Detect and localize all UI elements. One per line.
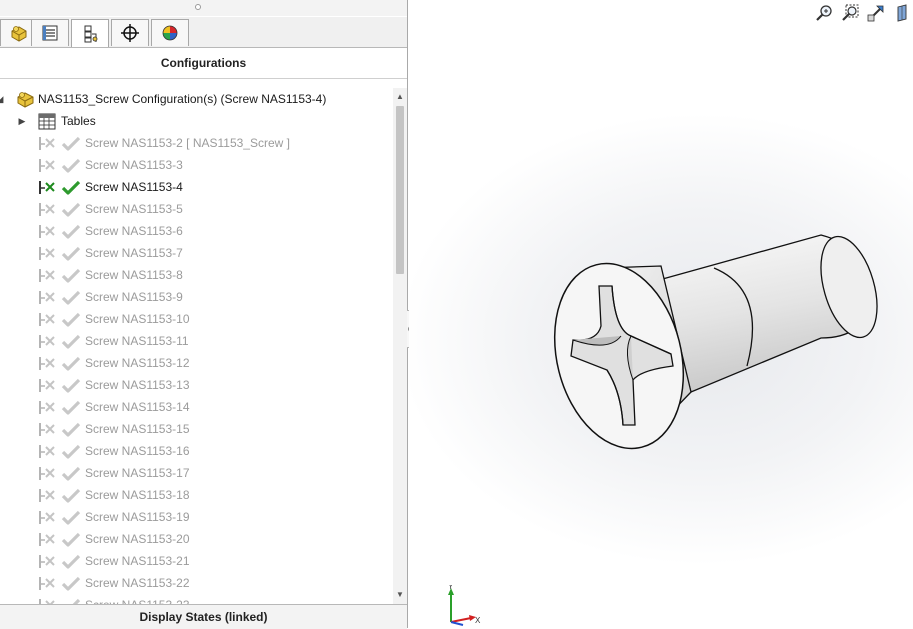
configuration-item-label: Screw NAS1153-8 (85, 268, 183, 282)
triad-y-label: Y (448, 585, 454, 591)
configuration-state-icon (39, 313, 55, 326)
display-states-bar[interactable]: Display States (linked) (0, 604, 407, 629)
configuration-state-icon (39, 291, 55, 304)
display-manager-tab[interactable] (151, 19, 189, 46)
configuration-state-icon (39, 445, 55, 458)
configuration-item-label: Screw NAS1153-16 (85, 444, 190, 458)
checkmark-icon (61, 312, 81, 327)
configuration-item-label: Screw NAS1153-5 (85, 202, 183, 216)
configuration-item-label: Screw NAS1153-13 (85, 378, 190, 392)
checkmark-icon (61, 158, 81, 173)
checkmark-icon (61, 180, 81, 195)
checkmark-icon (61, 268, 81, 283)
screw-3d-model[interactable] (409, 0, 913, 628)
configuration-item-label: Screw NAS1153-2 [ NAS1153_Screw ] (85, 136, 290, 150)
checkmark-icon (61, 422, 81, 437)
part-icon (11, 26, 27, 42)
configuration-state-icon (39, 489, 55, 502)
scroll-down-arrow-icon[interactable]: ▼ (393, 588, 407, 602)
checkmark-icon (61, 532, 81, 547)
configuration-state-icon (39, 203, 55, 216)
configuration-item-label: Screw NAS1153-11 (85, 334, 189, 348)
tree-root-label: NAS1153_Screw Configuration(s) (Screw NA… (38, 92, 327, 106)
checkmark-icon (61, 444, 81, 459)
manager-tab-bar (0, 17, 407, 48)
configuration-item-label: Screw NAS1153-7 (85, 246, 183, 260)
configuration-state-icon (39, 181, 55, 194)
graphics-viewport[interactable]: Y X (409, 0, 913, 628)
configuration-state-icon (39, 159, 55, 172)
appearance-pie-icon (162, 25, 178, 41)
checkmark-icon (61, 224, 81, 239)
checkmark-icon (61, 576, 81, 591)
configuration-state-icon (39, 577, 55, 590)
configuration-state-icon (39, 335, 55, 348)
triad-x-label: X (475, 616, 481, 625)
configuration-state-icon (39, 225, 55, 238)
configuration-state-icon (39, 555, 55, 568)
checkmark-icon (61, 136, 81, 151)
configuration-state-icon (39, 533, 55, 546)
checkmark-icon (61, 246, 81, 261)
checkmark-icon (61, 356, 81, 371)
configuration-state-icon (39, 247, 55, 260)
checkmark-icon (61, 488, 81, 503)
table-icon (38, 113, 56, 130)
property-manager-tab[interactable] (31, 19, 69, 46)
configuration-state-icon (39, 379, 55, 392)
configuration-item-label: Screw NAS1153-21 (85, 554, 190, 568)
orientation-triad: Y X (448, 585, 481, 626)
panel-title: Configurations (0, 48, 407, 79)
configuration-manager-panel: Configurations ◢ NAS1153_Screw Configura… (0, 0, 408, 629)
configuration-state-icon (39, 269, 55, 282)
configuration-item-label: Screw NAS1153-19 (85, 510, 190, 524)
configuration-item-label: Screw NAS1153-10 (85, 312, 190, 326)
checkmark-icon (61, 334, 81, 349)
configuration-item-label: Screw NAS1153-18 (85, 488, 190, 502)
configuration-item-label: Screw NAS1153-4 (85, 180, 183, 194)
configuration-item-label: Screw NAS1153-17 (85, 466, 190, 480)
configuration-item-label: Screw NAS1153-9 (85, 290, 183, 304)
checkmark-icon (61, 378, 81, 393)
configuration-state-icon (39, 423, 55, 436)
panel-grip[interactable] (0, 0, 407, 16)
configuration-state-icon (39, 511, 55, 524)
scrollbar-thumb[interactable] (396, 106, 404, 274)
checkmark-icon (61, 510, 81, 525)
checkmark-icon (61, 466, 81, 481)
checkmark-icon (61, 290, 81, 305)
configuration-state-icon (39, 401, 55, 414)
configuration-state-icon (39, 137, 55, 150)
expand-arrow-icon[interactable]: ▶ (16, 110, 28, 132)
checkmark-icon (61, 400, 81, 415)
configuration-item-label: Screw NAS1153-12 (85, 356, 190, 370)
configuration-item-label: Screw NAS1153-22 (85, 576, 190, 590)
tree-node-tables-label: Tables (61, 114, 96, 128)
configuration-item-label: Screw NAS1153-15 (85, 422, 190, 436)
dimxpert-manager-tab[interactable] (111, 19, 149, 46)
configuration-item-label: Screw NAS1153-14 (85, 400, 190, 414)
checkmark-icon (61, 554, 81, 569)
configuration-item-label: Screw NAS1153-20 (85, 532, 190, 546)
configuration-tree: ◢ NAS1153_Screw Configuration(s) (Screw … (0, 88, 392, 604)
configuration-item-label: Screw NAS1153-3 (85, 158, 183, 172)
configuration-state-icon (39, 467, 55, 480)
configuration-item-label: Screw NAS1153-23 (85, 594, 190, 604)
property-list-icon (42, 25, 58, 41)
tree-scrollbar[interactable]: ▲ ▼ (393, 88, 407, 604)
configuration-state-icon (39, 357, 55, 370)
part-icon (17, 92, 34, 108)
configuration-icon (84, 25, 98, 42)
configuration-item-label: Screw NAS1153-6 (85, 224, 183, 238)
scroll-up-arrow-icon[interactable]: ▲ (393, 90, 407, 104)
configuration-manager-tab[interactable] (71, 19, 109, 47)
crosshair-icon (121, 24, 139, 42)
collapse-arrow-icon[interactable]: ◢ (0, 88, 6, 110)
checkmark-icon (61, 202, 81, 217)
